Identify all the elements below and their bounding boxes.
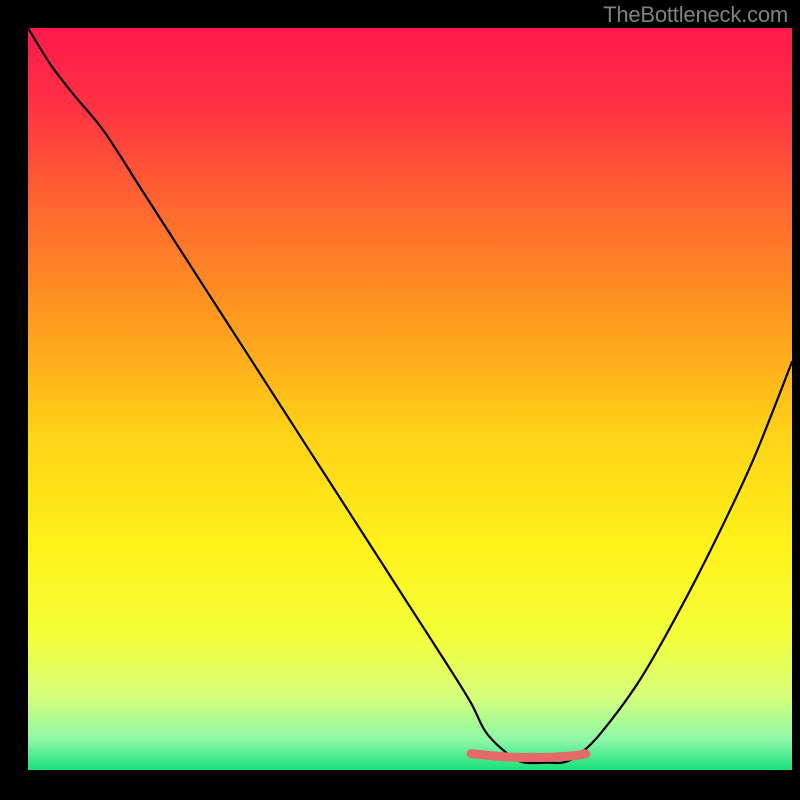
chart-canvas — [0, 0, 800, 800]
chart-frame: TheBottleneck.com — [0, 0, 800, 800]
plot-background — [28, 28, 792, 770]
series-optimal-band — [471, 754, 586, 758]
